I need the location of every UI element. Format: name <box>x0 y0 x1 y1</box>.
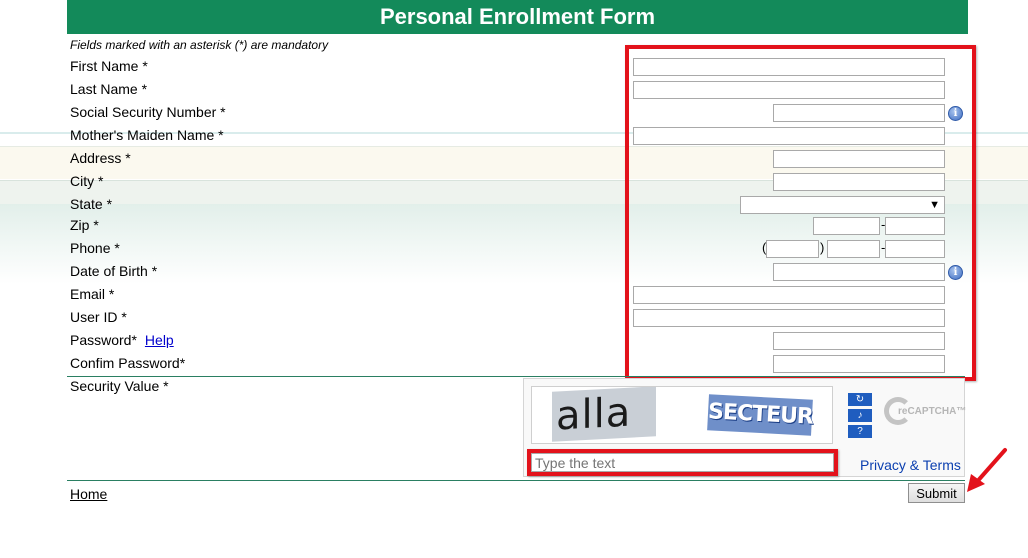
zip-label: Zip * <box>70 217 99 233</box>
page-title: Personal Enrollment Form <box>67 0 968 34</box>
address-label: Address * <box>70 150 131 166</box>
state-label: State * <box>70 196 113 212</box>
captcha-image: alla SECTEUR <box>531 386 833 444</box>
password-label-row: Password* Help <box>70 332 174 348</box>
last-name-label: Last Name * <box>70 81 148 97</box>
phone-label: Phone * <box>70 240 120 256</box>
recaptcha-logo-text: reCAPTCHA™ <box>898 406 967 417</box>
confirm-password-label: Confim Password* <box>70 355 186 371</box>
city-label: City * <box>70 173 104 189</box>
first-name-label: First Name * <box>70 58 148 74</box>
captcha-audio-icon[interactable]: ♪ <box>848 409 872 422</box>
section-divider <box>67 376 965 377</box>
password-label: Password* <box>70 332 137 348</box>
ssn-label: Social Security Number * <box>70 104 226 120</box>
password-help-link[interactable]: Help <box>145 332 174 348</box>
submit-button[interactable]: Submit <box>908 483 965 503</box>
email-label: Email * <box>70 286 115 302</box>
footer-divider <box>67 480 965 481</box>
mandatory-note: Fields marked with an asterisk (*) are m… <box>70 38 329 52</box>
captcha-help-icon[interactable]: ? <box>848 425 872 438</box>
arrow-annotation-icon <box>967 448 1007 492</box>
user-id-label: User ID * <box>70 309 127 325</box>
captcha-word-1: alla <box>552 387 656 442</box>
security-value-label: Security Value * <box>70 378 169 394</box>
recaptcha-logo: reCAPTCHA™ <box>884 394 966 436</box>
captcha-word-2: SECTEUR <box>707 394 813 436</box>
home-link[interactable]: Home <box>70 486 107 502</box>
dob-label: Date of Birth * <box>70 263 158 279</box>
fields-highlight-box <box>625 45 976 381</box>
privacy-terms-link[interactable]: Privacy & Terms <box>860 457 961 473</box>
captcha-input-highlight <box>527 449 838 476</box>
captcha-refresh-icon[interactable]: ↻ <box>848 393 872 406</box>
maiden-name-label: Mother's Maiden Name * <box>70 127 224 143</box>
